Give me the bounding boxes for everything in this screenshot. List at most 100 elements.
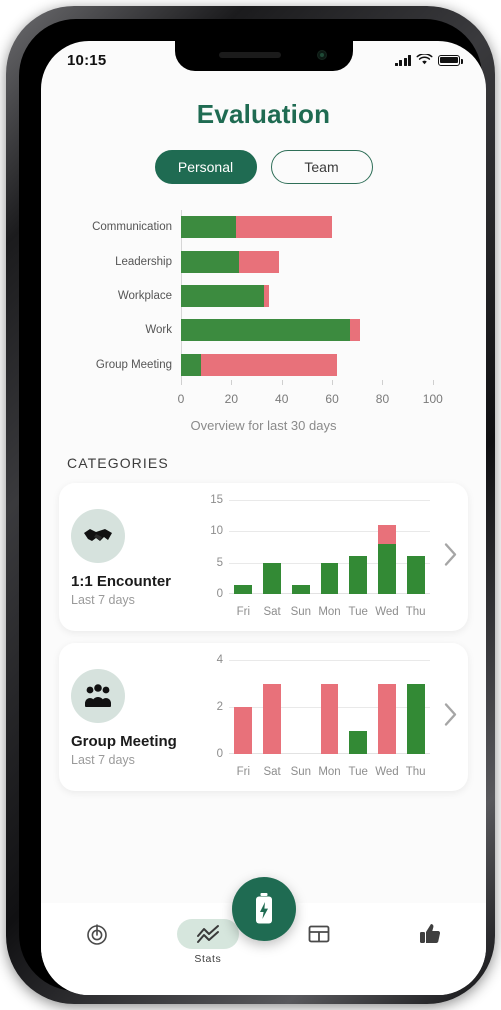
page-title: Evaluation [196, 99, 331, 129]
mini-bar-column [315, 660, 344, 754]
chart-tick [181, 380, 182, 385]
chart-row-label: Workplace [117, 289, 172, 302]
group-people-icon [71, 669, 125, 723]
status-time: 10:15 [67, 51, 107, 69]
chart-tick-label: 20 [224, 392, 239, 406]
card-subtitle: Last 7 days [71, 593, 135, 607]
phone-frame: 10:15 Evaluation Personal Team Communica… [6, 6, 495, 1004]
chart-tick-label: 80 [375, 392, 390, 406]
tab-team[interactable]: Team [270, 150, 373, 184]
bar-segment-positive [181, 250, 239, 273]
mini-bar-column [344, 660, 373, 754]
cellular-signal-icon [394, 54, 411, 66]
mini-x-label: Sun [290, 766, 312, 778]
bar-segment-positive [181, 353, 202, 376]
tab-radar[interactable] [41, 919, 152, 949]
bar-segment-negative [263, 683, 281, 754]
chart-rows: Communication Leadership Workplace Work Grou… [69, 210, 458, 382]
mini-bar-column [344, 500, 373, 594]
chart-row-label: Leadership [115, 255, 172, 268]
tab-personal[interactable]: Personal [154, 150, 257, 184]
mini-x-label: Sat [263, 766, 281, 778]
chart-tick [432, 380, 434, 385]
chart-row: Communication [69, 210, 458, 244]
handshake-icon [71, 509, 125, 563]
mini-chart-plot: 0 5 10 15 [210, 494, 430, 600]
card-subtitle: Last 7 days [71, 753, 135, 767]
chart-tick [332, 380, 334, 385]
chevron-right-icon[interactable] [442, 540, 460, 575]
tab-stats-label: Stats [194, 953, 222, 965]
phone-screen: 10:15 Evaluation Personal Team Communica… [41, 41, 486, 995]
chart-row-bars [181, 250, 458, 273]
battery-icon [438, 54, 463, 66]
bar-segment-negative [320, 683, 339, 754]
bar-segment-negative [378, 683, 396, 754]
chevron-right-icon[interactable] [442, 700, 460, 735]
mini-bar-column [286, 660, 315, 754]
mini-x-label: Thu [405, 766, 426, 778]
bar-segment-positive [234, 584, 253, 594]
chart-tick-label: 40 [275, 392, 289, 406]
card-info: 1:1 Encounter Last 7 days [71, 509, 195, 607]
mini-y-label: 2 [216, 701, 223, 713]
chart-row-label: Group Meeting [95, 358, 172, 371]
chart-tick-label: 100 [422, 392, 443, 406]
chart-row: Leadership [69, 244, 458, 278]
bar-segment-positive [349, 730, 368, 754]
chart-row-bars [181, 216, 458, 239]
bar-segment-positive [181, 216, 237, 239]
thumbs-up-icon [399, 919, 461, 949]
chart-row-label: Communication [92, 221, 172, 234]
mini-x-label: Tue [348, 606, 368, 618]
earpiece-speaker-icon [218, 52, 281, 58]
bar-segment-positive [406, 683, 425, 754]
mini-bars [229, 660, 430, 754]
bar-segment-positive [406, 556, 425, 594]
mini-x-label: Mon [318, 606, 341, 618]
mini-bar-column [258, 660, 287, 754]
category-card-group-meeting[interactable]: Group Meeting Last 7 days 0 2 4 Fri Sat Sun M… [59, 643, 468, 791]
mini-bar-column [286, 500, 315, 594]
tab-feedback[interactable] [375, 919, 486, 949]
chart-x-ticklabels: 0 20 40 60 80 100 [177, 392, 458, 410]
bar-segment-positive [263, 562, 281, 594]
chart-row: Group Meeting [69, 348, 458, 382]
mini-x-label: Sun [290, 606, 312, 618]
mini-y-label: 15 [210, 494, 223, 506]
chart-tick-label: 0 [177, 392, 185, 406]
mini-bar-column [315, 500, 344, 594]
mini-bar-column [258, 500, 287, 594]
bar-segment-positive [181, 319, 350, 342]
mini-x-label: Fri [236, 606, 251, 618]
bar-segment-positive [378, 543, 396, 594]
mini-bar-column [373, 500, 402, 594]
mini-x-label: Thu [405, 606, 426, 618]
battery-bolt-icon[interactable] [231, 877, 296, 941]
category-card-encounter[interactable]: 1:1 Encounter Last 7 days 0 5 10 15 Fri Sat S… [59, 483, 468, 631]
bar-segment-positive [349, 556, 368, 594]
status-indicators [394, 54, 463, 66]
chart-x-ticks [181, 380, 458, 390]
mini-x-label: Fri [236, 766, 251, 778]
bar-segment-negative [234, 707, 253, 754]
chart-tick [231, 380, 233, 385]
mini-chart-plot: 0 2 4 [217, 654, 430, 760]
chart-tick [382, 380, 384, 385]
mini-x-label: Sat [263, 606, 281, 618]
card-title: 1:1 Encounter [71, 573, 172, 590]
mini-y-label: 10 [210, 525, 223, 538]
mini-y-label: 5 [216, 556, 223, 569]
screenshot-root: 10:15 Evaluation Personal Team Communica… [0, 0, 501, 1010]
mini-y-label: 0 [216, 748, 223, 760]
chart-row: Work [69, 313, 458, 347]
mini-y-label: 4 [216, 654, 223, 666]
chart-caption: Overview for last 30 days [190, 418, 337, 433]
mini-bar-column [229, 660, 258, 754]
front-camera-icon [316, 50, 327, 60]
mini-x-label: Mon [318, 766, 341, 778]
bar-segment-negative [264, 284, 270, 307]
mini-bar-column [373, 660, 402, 754]
chart-row-bars [181, 284, 458, 307]
mini-bar-column [229, 500, 258, 594]
